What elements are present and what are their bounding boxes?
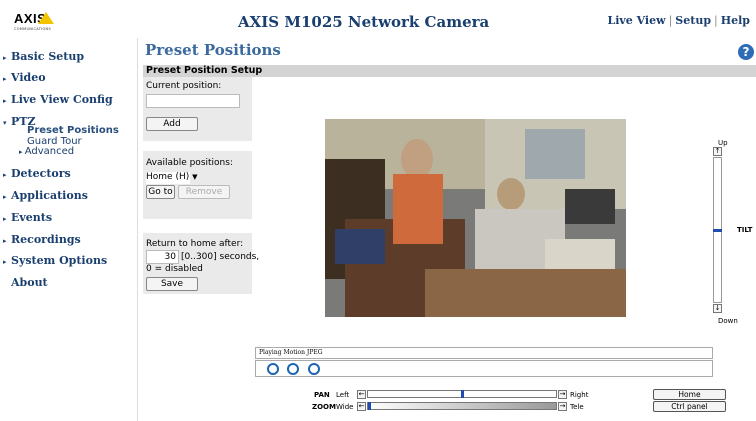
- sidebar-item-advanced[interactable]: ▸ Advanced: [19, 146, 74, 157]
- triangle-right-icon: ▸: [3, 169, 7, 179]
- pan-slider-thumb[interactable]: [460, 390, 464, 398]
- sidebar-item-about[interactable]: About: [11, 276, 48, 289]
- help-link[interactable]: Help: [721, 14, 750, 27]
- tilt-up-label: Up: [718, 139, 728, 147]
- help-icon[interactable]: ?: [738, 44, 754, 60]
- sidebar-item-events[interactable]: ▸ Events: [3, 211, 52, 224]
- triangle-right-icon: ▸: [3, 213, 7, 223]
- section-title: Preset Position Setup: [143, 65, 756, 77]
- zoom-tele-label: Tele: [570, 403, 584, 411]
- zoom-out-arrow-icon[interactable]: ←: [357, 402, 366, 411]
- triangle-right-icon: ▸: [3, 95, 7, 105]
- sidebar-divider: [137, 38, 138, 421]
- player-controls: [255, 360, 713, 377]
- available-positions-label: Available positions:: [146, 158, 233, 168]
- sidebar-item-basic-setup[interactable]: ▸ Basic Setup: [3, 50, 84, 63]
- camera-video-feed: [325, 119, 626, 317]
- link-separator: |: [668, 14, 673, 27]
- stop-icon[interactable]: [267, 363, 279, 375]
- current-position-panel: Current position: Add: [143, 77, 252, 141]
- zoom-label: ZOOM: [312, 403, 336, 411]
- sidebar-item-live-view-config[interactable]: ▸ Live View Config: [3, 93, 113, 106]
- triangle-right-icon: ▸: [3, 256, 7, 266]
- sidebar-item-recordings[interactable]: ▸ Recordings: [3, 233, 81, 246]
- return-home-label: Return to home after:: [146, 239, 244, 249]
- fullscreen-icon[interactable]: [308, 363, 320, 375]
- return-home-panel: Return to home after: 30 [0..300] second…: [143, 233, 259, 294]
- ctrl-panel-button[interactable]: Ctrl panel: [653, 401, 726, 412]
- save-button[interactable]: Save: [146, 277, 198, 291]
- triangle-right-icon: ▸: [3, 73, 7, 83]
- current-position-label: Current position:: [146, 81, 222, 91]
- current-position-input[interactable]: [146, 94, 240, 108]
- link-separator: |: [714, 14, 718, 27]
- return-home-hint-disabled: 0 = disabled: [146, 264, 203, 274]
- available-positions-select[interactable]: Home (H) ▼: [146, 172, 198, 184]
- add-button[interactable]: Add: [146, 117, 198, 131]
- pan-right-arrow-icon[interactable]: →: [558, 390, 567, 399]
- sidebar-item-applications[interactable]: ▸ Applications: [3, 189, 88, 202]
- tilt-slider-thumb[interactable]: [713, 228, 722, 232]
- remove-button[interactable]: Remove: [178, 185, 230, 199]
- return-home-input[interactable]: 30: [146, 250, 179, 264]
- tilt-down-arrow-icon[interactable]: ↓: [713, 304, 722, 313]
- triangle-right-icon: ▸: [3, 52, 7, 62]
- sidebar: ▸ Basic Setup ▸ Video ▸ Live View Config ▾ P…: [0, 38, 137, 421]
- tilt-label: TILT: [737, 226, 753, 234]
- sidebar-item-detectors[interactable]: ▸ Detectors: [3, 167, 71, 180]
- return-home-hint: [0..300] seconds,: [181, 252, 260, 262]
- zoom-wide-label: Wide: [336, 403, 354, 411]
- pan-left-label: Left: [336, 391, 350, 399]
- axis-logo-triangle-icon: [38, 12, 54, 24]
- video-frame-image: [325, 119, 626, 317]
- stream-status: Playing Motion JPEG: [255, 347, 713, 359]
- zoom-in-arrow-icon[interactable]: →: [558, 402, 567, 411]
- home-button[interactable]: Home: [653, 389, 726, 400]
- sidebar-item-preset-positions[interactable]: Preset Positions: [27, 125, 119, 136]
- sidebar-item-video[interactable]: ▸ Video: [3, 71, 46, 84]
- pan-label: PAN: [314, 391, 330, 399]
- tilt-down-label: Down: [718, 317, 738, 325]
- triangle-down-icon: ▾: [3, 117, 7, 127]
- zoom-slider-thumb[interactable]: [368, 402, 371, 410]
- page-title: Preset Positions: [145, 41, 281, 59]
- available-positions-panel: Available positions: Home (H) ▼ Go to Re…: [143, 151, 252, 219]
- triangle-right-icon: ▸: [3, 235, 7, 245]
- zoom-slider[interactable]: [367, 402, 557, 410]
- goto-button[interactable]: Go to: [146, 185, 175, 199]
- triangle-right-icon: ▸: [3, 191, 7, 201]
- sidebar-item-system-options[interactable]: ▸ System Options: [3, 254, 107, 267]
- product-title: AXIS M1025 Network Camera: [238, 13, 490, 31]
- axis-logo-subtitle: COMMUNICATIONS: [14, 27, 51, 31]
- top-navigation: Live View | Setup | Help: [607, 14, 750, 27]
- pan-slider[interactable]: [367, 390, 557, 398]
- pan-left-arrow-icon[interactable]: ←: [357, 390, 366, 399]
- snapshot-icon[interactable]: [287, 363, 299, 375]
- setup-link[interactable]: Setup: [675, 14, 711, 27]
- tilt-up-arrow-icon[interactable]: ↑: [713, 147, 722, 156]
- pan-right-label: Right: [570, 391, 589, 399]
- tilt-slider[interactable]: [713, 157, 722, 303]
- live-view-link[interactable]: Live View: [607, 14, 665, 27]
- chevron-down-icon: ▼: [192, 173, 198, 181]
